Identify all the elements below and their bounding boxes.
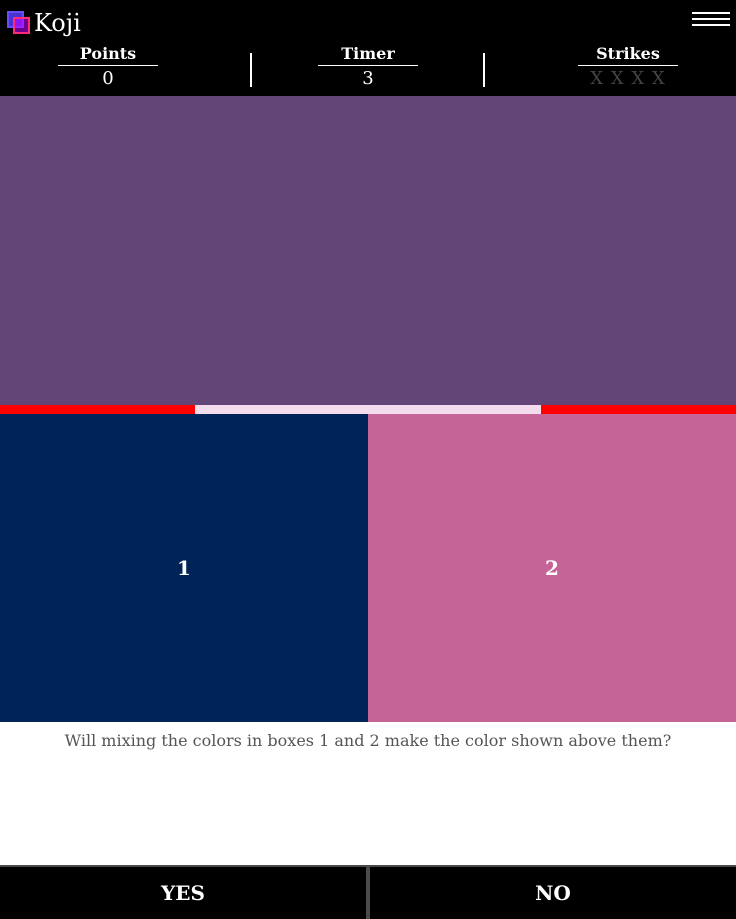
stat-divider bbox=[483, 53, 485, 87]
target-color-swatch bbox=[0, 96, 736, 405]
strikes-value: X X X X bbox=[590, 68, 666, 89]
timer-stat: Timer 3 bbox=[318, 44, 418, 91]
answer-bar: YES NO bbox=[0, 865, 736, 919]
time-remaining-fill bbox=[195, 405, 541, 414]
timer-label: Timer bbox=[318, 44, 418, 66]
no-button[interactable]: NO bbox=[370, 867, 736, 919]
top-bar: Koji Points 0 Timer 3 Strikes X X X X bbox=[0, 0, 736, 96]
koji-logo-icon bbox=[7, 11, 31, 35]
brand[interactable]: Koji bbox=[7, 8, 81, 38]
points-label: Points bbox=[58, 44, 158, 66]
app-title: Koji bbox=[34, 9, 81, 37]
strikes-stat: Strikes X X X X bbox=[578, 44, 678, 91]
question-text: Will mixing the colors in boxes 1 and 2 … bbox=[64, 731, 672, 750]
color-box-2: 2 bbox=[368, 414, 736, 722]
strikes-label: Strikes bbox=[578, 44, 678, 66]
stat-divider bbox=[250, 53, 252, 87]
color-box-2-label: 2 bbox=[545, 556, 559, 580]
time-remaining-bar bbox=[0, 405, 736, 414]
points-value: 0 bbox=[102, 68, 114, 89]
color-box-1: 1 bbox=[0, 414, 368, 722]
yes-button[interactable]: YES bbox=[0, 867, 366, 919]
color-box-1-label: 1 bbox=[177, 556, 191, 580]
hamburger-menu-icon[interactable] bbox=[692, 12, 730, 28]
points-stat: Points 0 bbox=[58, 44, 158, 91]
timer-value: 3 bbox=[362, 68, 374, 89]
